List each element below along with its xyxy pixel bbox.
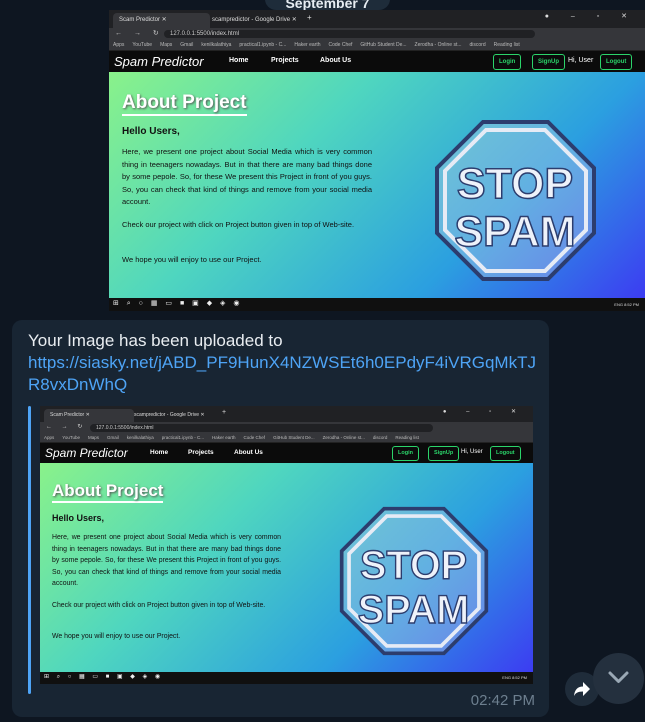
logout-button[interactable]: Logout — [490, 446, 521, 461]
hello-heading: Hello Users, — [122, 126, 180, 137]
bookmarks-bar: Apps YouTube Maps Gmail kenilkalathiya practi… — [109, 40, 645, 51]
message-text: Your Image has been uploaded to https://… — [28, 331, 536, 394]
tab-google-drive[interactable]: scampredictor - Google Drive ✕ — [206, 13, 313, 28]
signup-button[interactable]: SignUp — [428, 446, 460, 461]
svg-text:SPAM: SPAM — [454, 208, 575, 256]
hero-section: About Project Hello Users, Here, we pres… — [109, 72, 645, 298]
brand-logo[interactable]: Spam Predictor — [114, 54, 204, 69]
tab-google-drive[interactable]: scampredictor - Google Drive ✕ — [128, 409, 226, 422]
windows-taskbar: ⊞ ⌕ ○ ▦ ▭ ■ ▣ ◆ ◈ ◉ ENG 8:52 PM — [109, 298, 645, 311]
stop-spam-icon: STOP SPAM — [339, 506, 489, 656]
svg-text:STOP: STOP — [457, 160, 573, 208]
preview-quote-bar — [28, 406, 31, 694]
window-controls[interactable]: ● – ▫ ✕ — [545, 12, 637, 20]
brand-logo[interactable]: Spam Predictor — [45, 446, 128, 460]
new-tab-icon[interactable]: + — [222, 409, 226, 416]
address-bar-row: ← → ↻ ⌂ 127.0.0.1:5500/index.html — [109, 28, 645, 40]
site-navbar: Spam Predictor Home Projects About Us Lo… — [40, 443, 533, 464]
nav-projects[interactable]: Projects — [271, 57, 299, 64]
nav-projects[interactable]: Projects — [188, 449, 214, 456]
nav-about-us[interactable]: About Us — [320, 57, 351, 64]
logout-button[interactable]: Logout — [600, 54, 633, 70]
signup-button[interactable]: SignUp — [532, 54, 565, 70]
upload-link[interactable]: https://siasky.net/jABD_PF9HunX4NZWSEt6h… — [28, 353, 536, 394]
page-title: About Project — [52, 481, 164, 503]
greeting-text: Hi, User — [461, 449, 483, 455]
message-bubble[interactable]: Your Image has been uploaded to https://… — [12, 320, 549, 717]
windows-taskbar: ⊞ ⌕ ○ ▦ ▭ ■ ▣ ◆ ◈ ◉ ENG 8:52 PM — [40, 672, 533, 684]
check-paragraph: Check our project with click on Project … — [52, 602, 266, 609]
new-tab-icon[interactable]: + — [307, 13, 312, 22]
hero-section: About Project Hello Users, Here, we pres… — [40, 463, 533, 672]
hope-paragraph: We hope you will enjoy to use our Projec… — [52, 633, 181, 640]
taskbar-icons[interactable]: ⊞ ⌕ ○ ▦ ▭ ■ ▣ ◆ ◈ ◉ — [44, 673, 163, 681]
bookmarks-bar: Apps YouTube Maps Gmail kenilkalathiya practi… — [40, 433, 533, 443]
link-preview-image[interactable]: Scam Predictor ✕ scampredictor - Google … — [40, 406, 533, 684]
login-button[interactable]: Login — [493, 54, 522, 70]
browser-tabbar: Scam Predictor ✕ scampredictor - Google … — [109, 10, 645, 28]
hello-heading: Hello Users, — [52, 513, 105, 523]
tab-scam-predictor[interactable]: Scam Predictor ✕ — [113, 13, 210, 28]
svg-text:STOP: STOP — [360, 544, 467, 588]
address-input[interactable]: 127.0.0.1:5500/index.html — [164, 30, 535, 38]
system-tray: ENG 8:52 PM — [502, 675, 527, 680]
window-controls[interactable]: ● – ▫ ✕ — [443, 408, 525, 415]
greeting-text: Hi, User — [568, 57, 594, 64]
browser-tabbar: Scam Predictor ✕ scampredictor - Google … — [40, 406, 533, 422]
address-bar-row: ← → ↻ ⌂ 127.0.0.1:5500/index.html — [40, 422, 533, 433]
nav-home[interactable]: Home — [150, 449, 168, 456]
check-paragraph: Check our project with click on Project … — [122, 220, 355, 229]
nav-home[interactable]: Home — [229, 57, 248, 64]
svg-text:SPAM: SPAM — [358, 588, 470, 632]
date-label: September 7 — [265, 0, 390, 11]
tab-scam-predictor[interactable]: Scam Predictor ✕ — [44, 409, 134, 422]
intro-paragraph: Here, we present one project about Socia… — [122, 147, 372, 206]
message-timestamp: 02:42 PM — [470, 692, 535, 709]
hope-paragraph: We hope you will enjoy to use our Projec… — [122, 255, 262, 264]
taskbar-icons[interactable]: ⊞ ⌕ ○ ▦ ▭ ■ ▣ ◆ ◈ ◉ — [113, 299, 242, 308]
site-navbar: Spam Predictor Home Projects About Us Lo… — [109, 51, 645, 73]
system-tray: ENG 8:52 PM — [614, 302, 639, 307]
address-input[interactable]: 127.0.0.1:5500/index.html — [90, 424, 433, 432]
page-title: About Project — [122, 92, 247, 116]
nav-about-us[interactable]: About Us — [234, 449, 263, 456]
chevron-down-icon — [608, 671, 629, 683]
scroll-down-button[interactable] — [593, 653, 644, 704]
login-button[interactable]: Login — [392, 446, 419, 461]
stop-spam-icon: STOP SPAM — [435, 120, 596, 281]
intro-paragraph: Here, we present one project about Socia… — [52, 534, 281, 588]
screenshot-image[interactable]: Scam Predictor ✕ scampredictor - Google … — [109, 10, 645, 311]
forward-icon — [574, 682, 590, 696]
